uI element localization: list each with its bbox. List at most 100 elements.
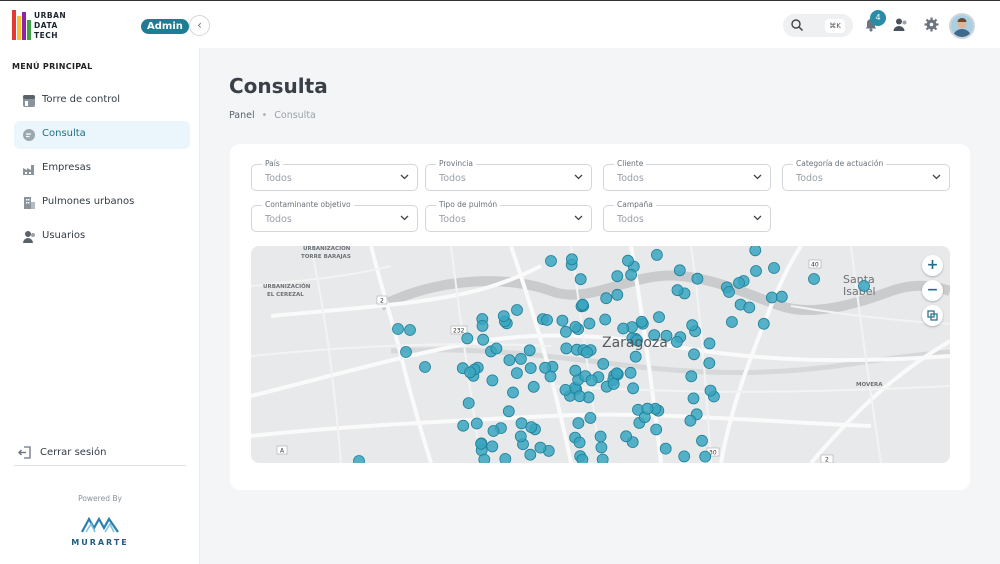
map-marker[interactable] [573, 436, 586, 449]
filter-cliente-select[interactable]: Cliente Todos [603, 159, 771, 191]
map-marker[interactable] [525, 421, 538, 434]
map-marker[interactable] [499, 453, 512, 463]
map-marker[interactable] [581, 346, 593, 359]
user-avatar[interactable] [949, 13, 975, 39]
map-marker[interactable] [565, 253, 578, 266]
map-marker[interactable] [723, 286, 735, 298]
map-marker[interactable] [687, 392, 700, 405]
map-canvas[interactable]: 2 232 40 30 2 A URBANIZACION TORRE BARAJ… [251, 246, 950, 463]
map-marker[interactable] [766, 291, 778, 304]
map-marker[interactable] [659, 442, 672, 455]
map-marker[interactable] [524, 362, 537, 374]
map-marker[interactable] [461, 332, 474, 345]
map-marker[interactable] [576, 298, 589, 311]
map-marker[interactable] [497, 310, 510, 322]
sidebar-item-pulmones-urbanos[interactable]: Pulmones urbanos [14, 189, 190, 217]
map-marker[interactable] [624, 366, 637, 379]
map-marker[interactable] [353, 455, 365, 464]
map-marker[interactable] [556, 314, 569, 327]
map-marker[interactable] [404, 324, 416, 336]
map-marker[interactable] [486, 440, 499, 453]
map-marker[interactable] [476, 320, 489, 332]
map-marker[interactable] [858, 280, 870, 292]
map-marker[interactable] [392, 323, 404, 335]
sidebar-item-empresas[interactable]: Empresas [14, 155, 190, 183]
map-marker[interactable] [775, 290, 788, 303]
map-marker[interactable] [691, 272, 704, 285]
sidebar-item-torre-de-control[interactable]: Torre de control [14, 87, 190, 115]
map-marker[interactable] [673, 264, 686, 277]
map-marker[interactable] [573, 390, 586, 403]
map-marker[interactable] [559, 383, 572, 396]
map-marker[interactable] [696, 434, 708, 447]
filter-provincia-select[interactable]: Provincia Todos [425, 159, 592, 191]
urban-data-tech-logo[interactable]: URBAN DATA TECH [12, 10, 72, 42]
map-marker[interactable] [490, 342, 503, 355]
map-marker[interactable] [478, 453, 491, 463]
map-marker[interactable] [534, 441, 547, 454]
map-marker[interactable] [457, 419, 470, 432]
collapse-sidebar-button[interactable]: ‹ [189, 15, 210, 36]
map-marker[interactable] [524, 448, 537, 461]
map-marker[interactable] [743, 301, 756, 314]
map-marker[interactable] [514, 353, 527, 365]
map-marker[interactable] [569, 321, 582, 333]
map-marker[interactable] [625, 268, 638, 281]
map-marker[interactable] [541, 314, 553, 326]
map-marker[interactable] [597, 358, 610, 370]
map-marker[interactable] [507, 386, 519, 399]
map-marker[interactable] [749, 246, 762, 257]
map-marker[interactable] [678, 450, 691, 463]
zaragoza-map[interactable]: 2 232 40 30 2 A URBANIZACION TORRE BARAJ… [251, 246, 950, 463]
map-marker[interactable] [544, 370, 557, 383]
map-marker[interactable] [569, 364, 582, 377]
map-marker[interactable] [510, 367, 523, 379]
map-marker[interactable] [419, 361, 431, 373]
map-marker[interactable] [600, 292, 613, 305]
map-marker[interactable] [703, 357, 716, 369]
map-marker[interactable] [699, 450, 712, 463]
map-marker[interactable] [503, 354, 516, 366]
map-marker[interactable] [400, 346, 412, 358]
layers-button[interactable] [922, 305, 943, 326]
map-marker[interactable] [685, 370, 698, 383]
map-marker[interactable] [703, 337, 716, 350]
sidebar-item-consulta[interactable]: Consulta [14, 121, 190, 149]
map-marker[interactable] [635, 315, 648, 328]
map-marker[interactable] [462, 397, 475, 410]
map-marker[interactable] [574, 273, 587, 286]
map-marker[interactable] [487, 425, 500, 437]
search-button[interactable]: ⌘K [783, 14, 853, 37]
map-marker[interactable] [560, 342, 573, 355]
map-marker[interactable] [610, 367, 623, 380]
map-marker[interactable] [808, 273, 820, 285]
map-marker[interactable] [725, 316, 738, 328]
map-marker[interactable] [733, 277, 745, 289]
zoom-in-button[interactable]: + [922, 255, 943, 276]
map-marker[interactable] [464, 366, 477, 379]
filter-campana-select[interactable]: Campaña Todos [603, 200, 771, 232]
map-marker[interactable] [511, 304, 523, 316]
map-marker[interactable] [671, 284, 684, 297]
map-marker[interactable] [470, 417, 483, 430]
map-marker[interactable] [757, 317, 770, 330]
zoom-out-button[interactable]: − [922, 280, 943, 301]
map-marker[interactable] [572, 417, 585, 430]
map-marker[interactable] [684, 414, 697, 427]
map-marker[interactable] [650, 423, 663, 436]
map-marker[interactable] [688, 348, 700, 361]
map-marker[interactable] [576, 453, 589, 463]
map-marker[interactable] [627, 382, 640, 395]
map-marker[interactable] [595, 441, 608, 454]
map-marker[interactable] [477, 333, 490, 346]
contacts-icon[interactable] [893, 17, 908, 32]
map-marker[interactable] [545, 255, 557, 267]
map-marker[interactable] [527, 380, 540, 393]
map-marker[interactable] [650, 248, 663, 261]
map-marker[interactable] [704, 384, 717, 397]
map-marker[interactable] [686, 319, 699, 332]
breadcrumb-panel-link[interactable]: Panel [229, 110, 255, 121]
map-marker[interactable] [611, 270, 624, 283]
map-marker[interactable] [502, 405, 515, 418]
map-marker[interactable] [653, 311, 665, 323]
